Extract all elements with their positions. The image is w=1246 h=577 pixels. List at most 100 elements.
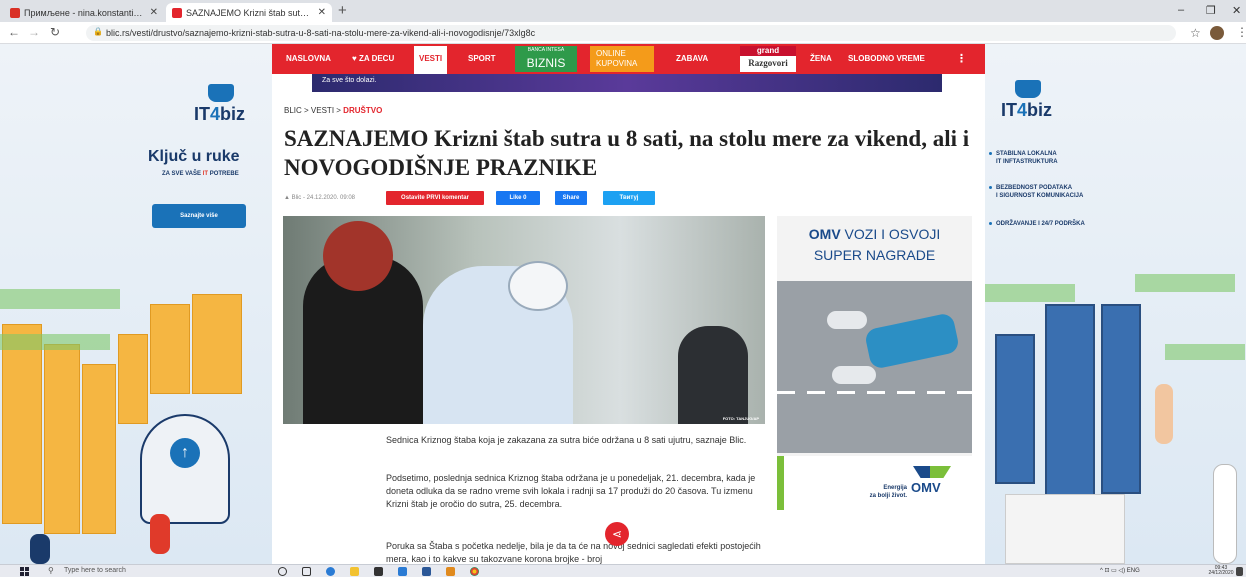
store-icon[interactable] (374, 567, 383, 576)
person-figure (1213, 464, 1237, 564)
nav-item-sport[interactable]: SPORT (468, 54, 496, 63)
word-icon[interactable] (422, 567, 431, 576)
article-paragraph: Sednica Kriznog štaba koja je zakazana z… (386, 435, 747, 445)
close-window-button[interactable]: ✕ (1232, 4, 1241, 17)
edge-icon[interactable] (326, 567, 335, 576)
omv-logo: OMV (911, 480, 941, 495)
facebook-share-button[interactable]: Share (555, 191, 587, 205)
server-rack-illustration (995, 334, 1035, 484)
chrome-icon[interactable] (470, 567, 479, 576)
article-meta: ▲ Blic - 24.12.2020. 09:08 (284, 195, 356, 201)
it4biz-logo: IT4biz (1001, 100, 1053, 120)
desk-illustration (1005, 494, 1125, 564)
language-indicator[interactable]: ENG (1127, 568, 1140, 574)
omv-headline-2: SUPER NAGRADE (813, 247, 936, 263)
breadcrumb-blic[interactable]: BLIC (284, 106, 302, 115)
woman-hair (323, 221, 393, 291)
omv-footer: Energija za bolji život. OMV (777, 456, 972, 510)
illustration-block (0, 334, 110, 350)
man-figure (678, 326, 748, 424)
breadcrumb-vesti[interactable]: VESTI (311, 106, 334, 115)
close-icon[interactable]: ✕ (312, 7, 326, 18)
crown-icon (1015, 80, 1041, 98)
tab-bar: Примљене - nina.konstantinidis ✕ SAZNAJE… (0, 0, 1246, 22)
tab-label: Примљене - nina.konstantinidis (24, 7, 144, 18)
search-icon[interactable]: ⚲ (48, 566, 54, 575)
server-rack-illustration (1101, 304, 1141, 494)
cortana-icon[interactable] (278, 567, 287, 576)
left-side-ad[interactable]: IT4biz Ključ u ruke ZA SVE VAŠE IT POTRE… (0, 44, 272, 564)
task-view-icon[interactable] (302, 567, 311, 576)
illustration-block (192, 294, 242, 394)
author-icon: ▲ (284, 195, 290, 201)
blic-icon (172, 7, 182, 18)
illustration-block (985, 284, 1075, 302)
ad-subheading: ZA SVE VAŠE IT POTREBE (162, 171, 239, 177)
nav-item-slobodno-vreme[interactable]: SLOBODNO VREME (848, 54, 925, 63)
article-headline: SAZNAJEMO Krizni štab sutra u 8 sati, na… (284, 126, 970, 180)
lock-icon[interactable]: 🔒 (93, 27, 103, 36)
bookmark-star-icon[interactable]: ☆ (1190, 26, 1201, 40)
it4biz-logo: IT4biz (194, 104, 246, 124)
nav-item-za-decu[interactable]: ♥ ZA DECU (352, 54, 394, 63)
nav-item-grand-razgovori[interactable]: grand Razgovori (740, 46, 796, 72)
nav-item-zabava[interactable]: ZABAVA (676, 54, 708, 63)
omv-headline-1: OMV VOZI I OSVOJI (808, 226, 941, 242)
crown-icon (208, 84, 234, 102)
nav-item-vesti[interactable]: VESTI (414, 46, 448, 74)
share-fab-button[interactable]: ⋖ (605, 522, 629, 546)
green-stripe (777, 456, 784, 510)
illustration-block (2, 324, 42, 524)
upload-arrow-icon: ↑ (170, 438, 200, 468)
top-navigation: NASLOVNA ♥ ZA DECU VESTI SPORT BANCA INT… (272, 44, 985, 74)
minimize-button[interactable]: – (1178, 4, 1184, 16)
forward-icon[interactable]: → (28, 26, 40, 38)
back-icon[interactable]: ← (8, 26, 20, 38)
app-icon[interactable] (446, 567, 455, 576)
omv-ad[interactable]: OMV VOZI I OSVOJI SUPER NAGRADE Energija… (777, 216, 972, 510)
learn-more-button[interactable]: Saznajte više (152, 204, 246, 228)
face-shield (508, 261, 568, 311)
top-banner-ad[interactable]: Za sve što dolazi. (312, 74, 942, 92)
reload-icon[interactable]: ↻ (50, 26, 60, 38)
taskbar-clock[interactable]: 09:43 24/12/2020 (1206, 566, 1236, 576)
url-input[interactable]: blic.rs/vesti/drustvo/saznajemo-krizni-s… (86, 25, 1176, 41)
mail-icon[interactable] (398, 567, 407, 576)
system-tray[interactable]: ^ ⊡ ▭ ◁) ENG (1100, 567, 1140, 574)
os-taskbar: ⚲ Type here to search ^ ⊡ ▭ ◁) ENG 09:43… (0, 564, 1246, 577)
new-tab-button[interactable]: + (338, 2, 347, 19)
profile-avatar[interactable] (1210, 26, 1224, 40)
windows-start-button[interactable] (20, 567, 29, 576)
nav-item-online-kupovina[interactable]: ONLINE KUPOVINA (590, 46, 654, 72)
feature-bullet: ODRŽAVANJE I 24/7 PODRŠKA (989, 220, 1085, 228)
nav-more-icon[interactable]: ⋮ (956, 52, 967, 65)
notifications-icon[interactable] (1236, 567, 1243, 576)
taskbar-search-input[interactable]: Type here to search (64, 567, 126, 574)
comment-button[interactable]: Ostavite PRVI komentar (386, 191, 484, 205)
tweet-button[interactable]: Твитуј (603, 191, 655, 205)
page-viewport: IT4biz Ključ u ruke ZA SVE VAŠE IT POTRE… (0, 44, 1246, 564)
clock-date: 24/12/2020 (1208, 570, 1234, 576)
ad-heading: Ključ u ruke (148, 148, 240, 165)
illustration-block (44, 344, 80, 534)
car-illustration (863, 312, 961, 370)
tab-blic-article[interactable]: SAZNAJEMO Krizni štab sutra u ✕ (166, 3, 332, 22)
nav-item-naslovna[interactable]: NASLOVNA (286, 54, 331, 63)
browser-menu-icon[interactable]: ⋮ (1236, 25, 1246, 39)
article-author: Blic (291, 195, 302, 201)
restore-button[interactable]: ❐ (1206, 4, 1216, 17)
article-photo[interactable]: FOTO: TANJUG/AP (283, 216, 765, 424)
file-explorer-icon[interactable] (350, 567, 359, 576)
tab-gmail[interactable]: Примљене - nina.konstantinidis ✕ (4, 3, 164, 22)
nav-item-biznis[interactable]: BANCA INTESA BIZNIS (515, 46, 577, 72)
close-icon[interactable]: ✕ (144, 7, 158, 18)
breadcrumb: BLIC > VESTI > DRUŠTVO (284, 106, 383, 115)
breadcrumb-drustvo[interactable]: DRUŠTVO (343, 106, 382, 115)
photo-credit: FOTO: TANJUG/AP (722, 416, 759, 421)
nav-item-zena[interactable]: ŽENA (810, 54, 832, 63)
omv-road-illustration (777, 281, 972, 453)
illustration-block (118, 334, 148, 424)
feature-bullet: BEZBEDNOST PODATAKA I SIGURNOST KOMUNIKAC… (989, 184, 1083, 200)
facebook-like-button[interactable]: Like 0 (496, 191, 540, 205)
right-side-ad[interactable]: IT4biz STABILNA LOKALNA IT INFTASTRUKTURA… (985, 44, 1246, 564)
